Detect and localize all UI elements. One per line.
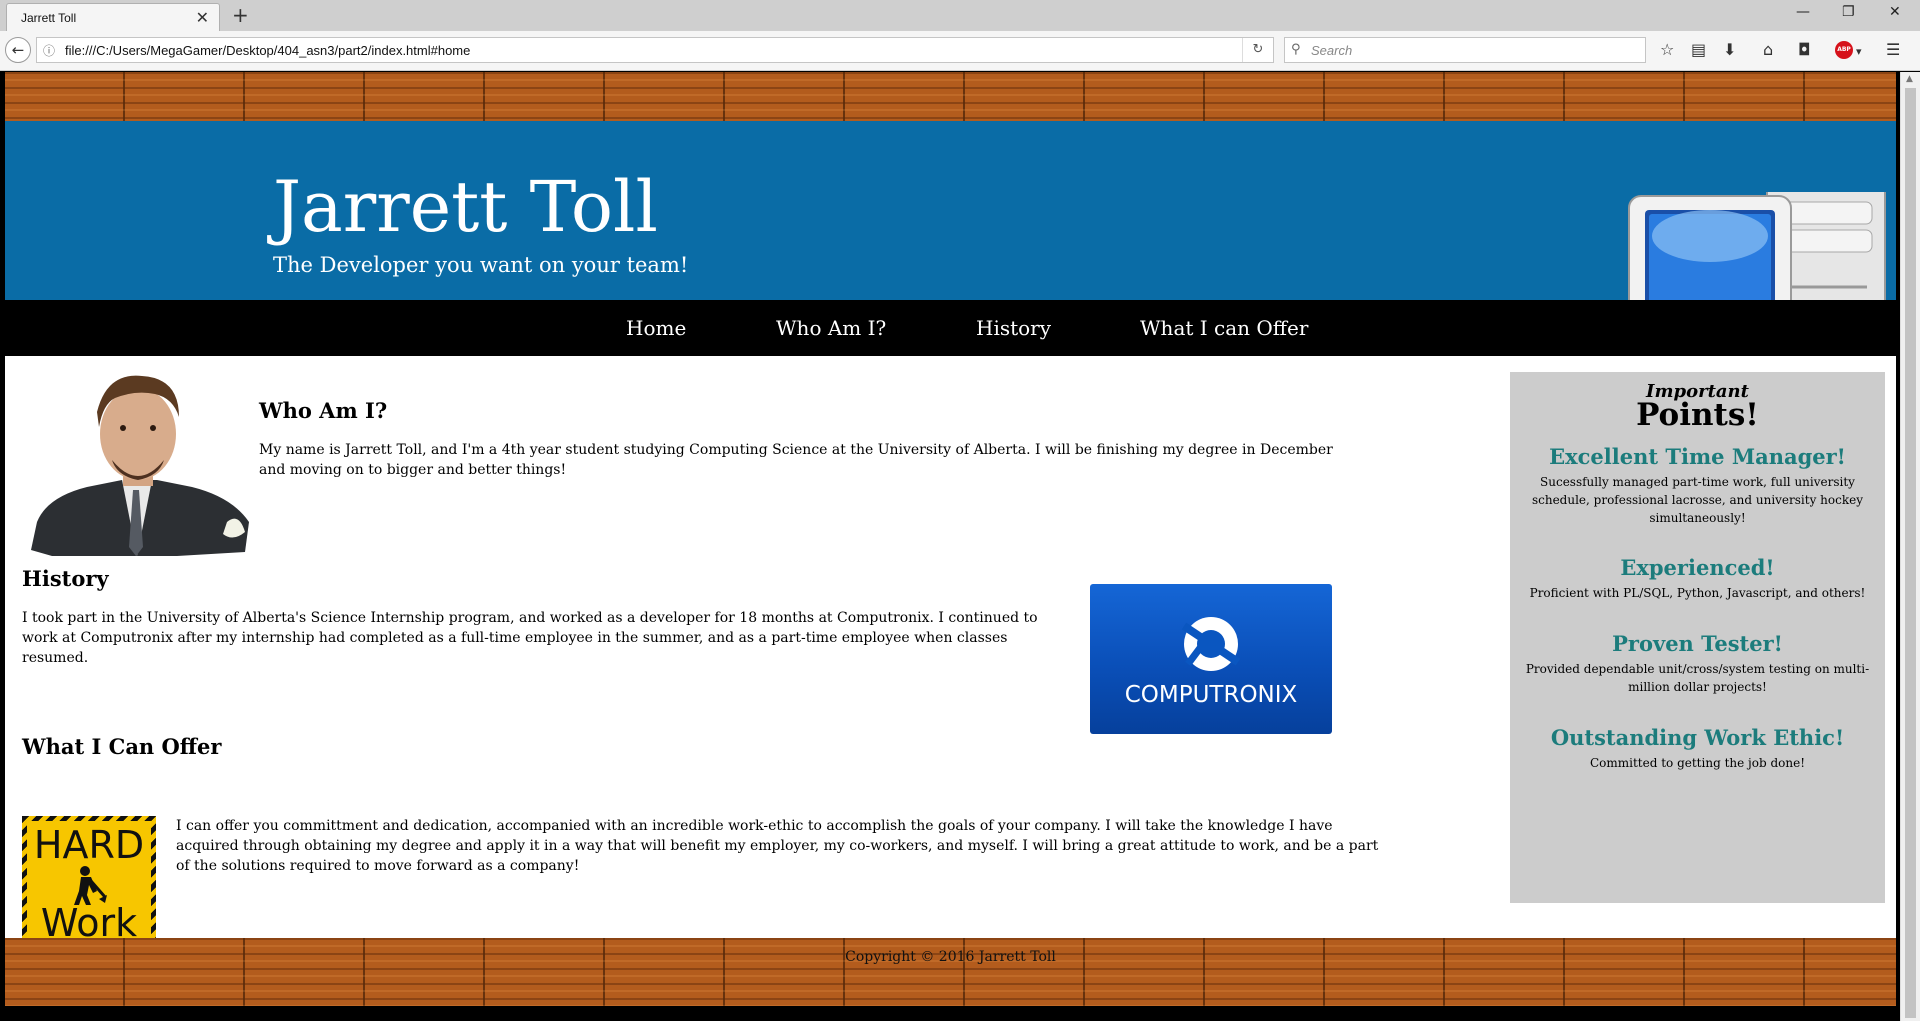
tab-title: Jarrett Toll [21, 11, 77, 25]
point-heading: Excellent Time Manager! [1549, 444, 1846, 469]
hard-work-word-1: HARD [33, 823, 145, 867]
nav-who-am-i[interactable]: Who Am I? [776, 316, 886, 340]
page-scrollbar[interactable]: ▲ [1900, 72, 1920, 1021]
point-text: Provided dependable unit/cross/system te… [1525, 662, 1870, 694]
point-text: Committed to getting the job done! [1589, 756, 1806, 770]
nav-home[interactable]: Home [626, 316, 686, 340]
copyright-text: Copyright © 2016 Jarrett Toll [845, 949, 1056, 965]
close-tab-icon[interactable]: ✕ [196, 8, 209, 28]
history-heading: History [22, 566, 109, 591]
library-icon[interactable]: ▤ [1691, 41, 1706, 59]
site-footer: Copyright © 2016 Jarrett Toll [5, 938, 1896, 1006]
wood-banner [5, 72, 1896, 121]
minimize-icon[interactable]: — [1796, 4, 1810, 20]
search-placeholder: Search [1311, 43, 1353, 58]
hard-work-sign: HARD Work [22, 816, 156, 953]
offer-text: I can offer you committment and dedicati… [176, 818, 1379, 874]
browser-toolbar: ← ⓘ file:///C:/Users/MegaGamer/Desktop/4… [0, 31, 1920, 71]
info-icon[interactable]: ⓘ [43, 42, 55, 59]
tab-strip: Jarrett Toll ✕ + — ❐ ✕ [0, 0, 1920, 32]
who-am-i-text: My name is Jarrett Toll, and I'm a 4th y… [259, 442, 1333, 478]
scroll-up-icon[interactable]: ▲ [1906, 74, 1913, 84]
chevron-down-icon[interactable]: ▾ [1856, 43, 1862, 61]
nav-what-i-can-offer[interactable]: What I can Offer [1140, 316, 1308, 340]
point-heading: Outstanding Work Ethic! [1550, 725, 1845, 750]
adblock-icon[interactable]: ABP [1835, 41, 1853, 59]
nav-history[interactable]: History [976, 316, 1051, 340]
point-text: Sucessfully managed part-time work, full… [1531, 475, 1864, 525]
pocket-icon[interactable]: ◘ [1798, 41, 1811, 59]
point-heading: Proven Tester! [1612, 631, 1783, 656]
browser-tab[interactable]: Jarrett Toll ✕ [6, 3, 220, 31]
history-text: I took part in the University of Alberta… [22, 610, 1038, 666]
worker-icon [74, 866, 107, 905]
point-heading: Experienced! [1620, 555, 1775, 580]
page-viewport: Jarrett Toll The Developer you want on y… [5, 72, 1896, 1006]
url-text[interactable]: file:///C:/Users/MegaGamer/Desktop/404_a… [65, 43, 470, 58]
search-icon: ⚲ [1291, 42, 1301, 57]
who-am-i-heading: Who Am I? [259, 398, 388, 423]
sidebar-points-title: Points! [1636, 397, 1759, 433]
address-bar[interactable]: ⓘ file:///C:/Users/MegaGamer/Desktop/404… [36, 37, 1274, 63]
point-text: Proficient with PL/SQL, Python, Javascri… [1529, 586, 1866, 600]
back-button[interactable]: ← [5, 37, 31, 63]
hard-work-word-2: Work [40, 901, 138, 945]
new-tab-icon[interactable]: + [232, 3, 249, 27]
reload-icon[interactable]: ↻ [1242, 38, 1273, 62]
site-name: Jarrett Toll [273, 166, 658, 248]
tagline: The Developer you want on your team! [273, 253, 689, 277]
computronix-mark-icon [1181, 617, 1241, 671]
offer-heading: What I Can Offer [22, 734, 222, 759]
download-icon[interactable]: ⬇ [1723, 41, 1736, 59]
main-nav: Home Who Am I? History What I can Offer [5, 300, 1896, 356]
search-input[interactable]: ⚲ Search [1284, 37, 1646, 63]
site-header: Jarrett Toll The Developer you want on y… [5, 121, 1896, 300]
important-points-sidebar: Important Points! Excellent Time Manager… [1510, 372, 1885, 903]
main-content: Who Am I? My name is Jarrett Toll, and I… [5, 356, 1896, 953]
restore-icon[interactable]: ❐ [1842, 4, 1855, 20]
portrait-photo [31, 375, 249, 556]
home-icon[interactable]: ⌂ [1763, 41, 1773, 59]
scrollbar-thumb[interactable] [1905, 88, 1916, 1018]
computronix-logo-text: COMPUTRONIX [1124, 682, 1298, 708]
bookmark-star-icon[interactable]: ☆ [1660, 41, 1674, 59]
menu-icon[interactable]: ☰ [1886, 41, 1900, 59]
window-close-icon[interactable]: ✕ [1889, 4, 1901, 20]
computronix-logo: COMPUTRONIX [1090, 584, 1332, 734]
